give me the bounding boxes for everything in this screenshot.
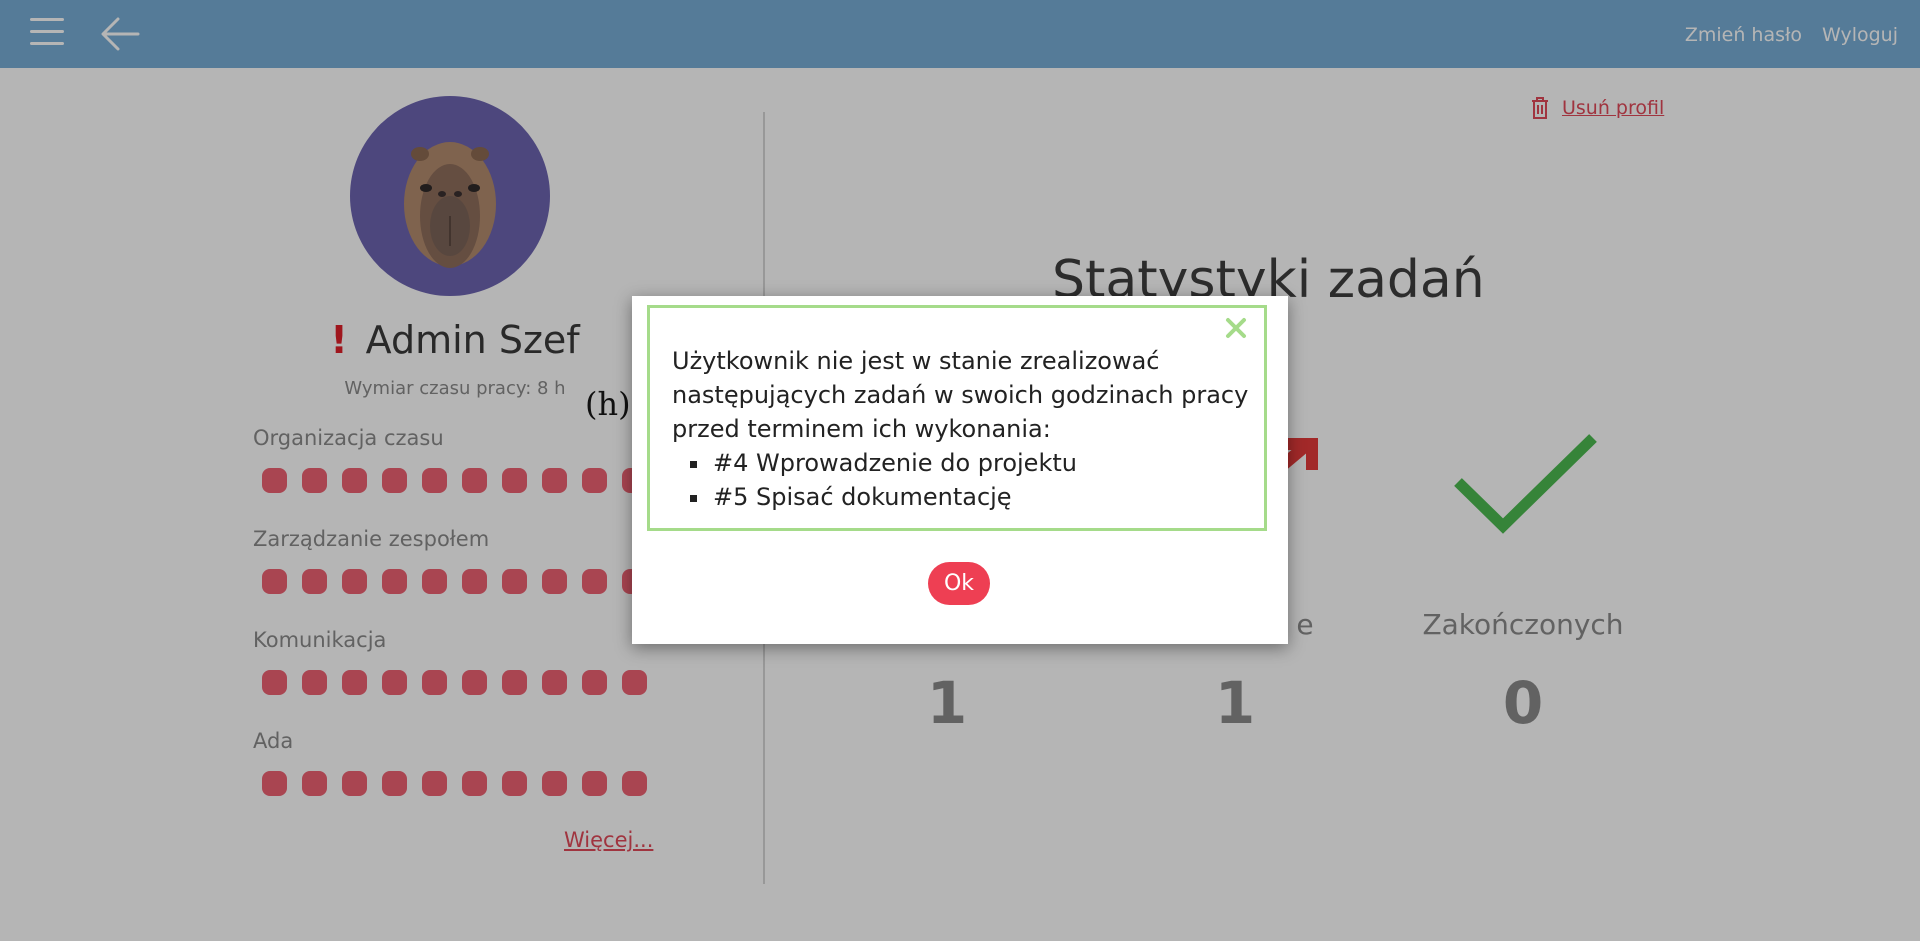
task-list-item: #4 Wprowadzenie do projektu <box>711 446 1252 480</box>
modal-content-box: Użytkownik nie jest w stanie zrealizować… <box>647 305 1267 531</box>
ok-button[interactable]: Ok <box>928 562 990 605</box>
modal-message: Użytkownik nie jest w stanie zrealizować… <box>672 344 1252 514</box>
task-list: #4 Wprowadzenie do projektu #5 Spisać do… <box>711 446 1252 514</box>
modal-message-text: Użytkownik nie jest w stanie zrealizować… <box>672 347 1249 443</box>
warning-modal: Użytkownik nie jest w stanie zrealizować… <box>632 296 1288 644</box>
close-icon[interactable] <box>1224 316 1248 340</box>
stray-label: (h) <box>585 385 631 423</box>
task-list-item: #5 Spisać dokumentację <box>711 480 1252 514</box>
